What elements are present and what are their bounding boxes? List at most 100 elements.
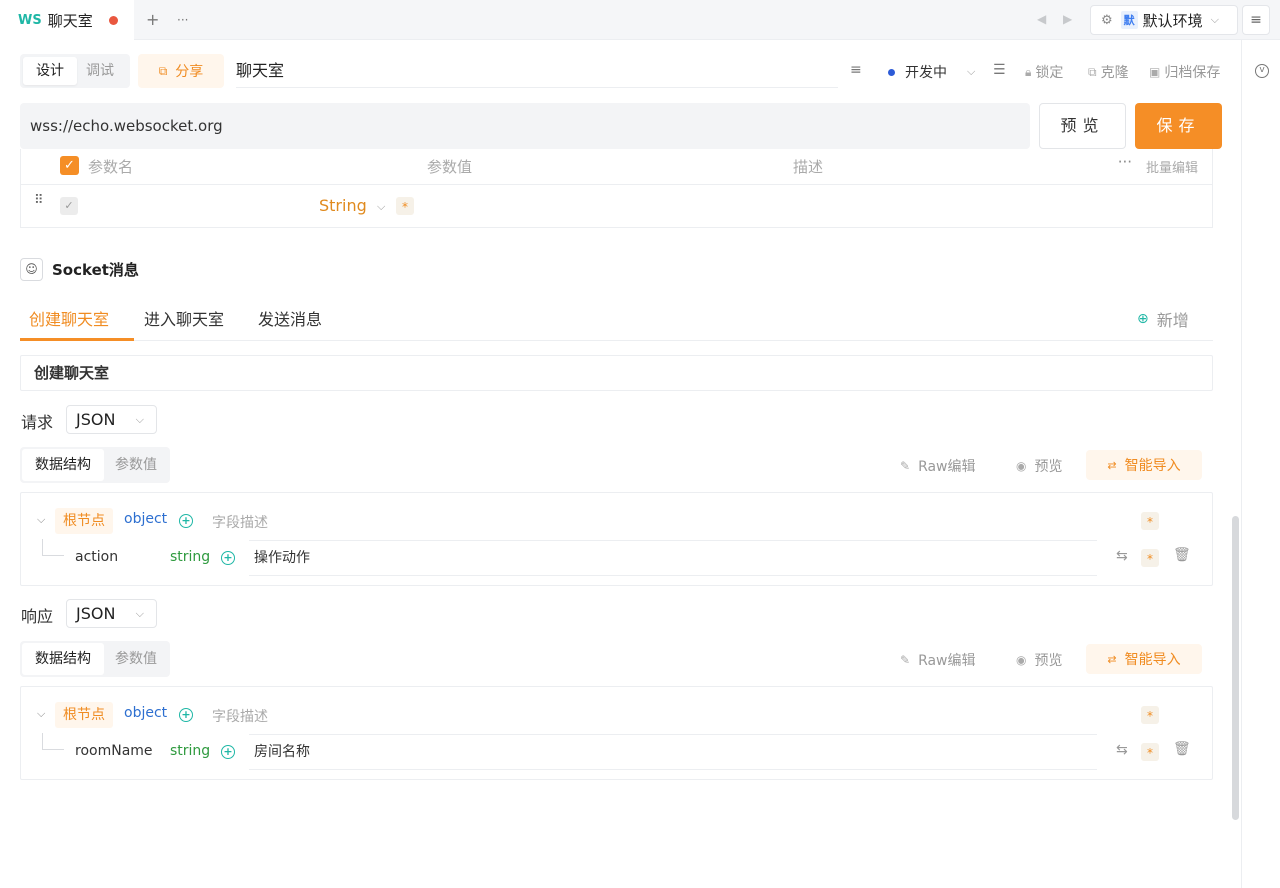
add-sibling-icon[interactable]: + xyxy=(221,551,235,565)
field-type[interactable]: string xyxy=(170,549,210,565)
root-type[interactable]: object xyxy=(124,511,167,527)
add-message-button[interactable]: ⊕ 新增 xyxy=(1137,307,1189,331)
response-schema-tree: ⌵ 根节点 object + 字段描述 * roomName string + … xyxy=(20,686,1213,780)
root-node-label: 根节点 xyxy=(55,508,113,534)
field-type[interactable]: string xyxy=(170,743,210,759)
add-child-icon[interactable]: + xyxy=(179,708,193,722)
batch-edit-link[interactable]: 批量编辑 xyxy=(1146,157,1198,176)
add-new-label: 新增 xyxy=(1156,311,1189,330)
param-table: ✓ 参数名 参数值 描述 ··· 批量编辑 ⠿ ✓ String ⌵ * xyxy=(20,149,1213,228)
clone-label: 克隆 xyxy=(1100,65,1129,81)
response-raw-edit-button[interactable]: ✎ Raw编辑 xyxy=(900,650,976,670)
required-toggle[interactable]: * xyxy=(1141,512,1159,530)
root-type[interactable]: object xyxy=(124,705,167,721)
eye-icon: ◉ xyxy=(1016,459,1027,473)
preview-button[interactable]: 预览 xyxy=(1039,103,1126,149)
trash-icon[interactable]: 🗑︎ xyxy=(1173,547,1191,563)
row-checkbox[interactable]: ✓ xyxy=(60,197,78,215)
swap-icon[interactable]: ⇆ xyxy=(1116,742,1128,758)
required-toggle[interactable]: * xyxy=(1141,743,1159,761)
swap-icon[interactable]: ⇆ xyxy=(1116,548,1128,564)
field-desc-input[interactable]: 操作动作 xyxy=(249,540,1097,576)
tab-create-room[interactable]: 创建聊天室 xyxy=(29,306,109,330)
field-desc-input[interactable]: 房间名称 xyxy=(249,734,1097,770)
request-value-tab[interactable]: 参数值 xyxy=(115,449,157,481)
environment-select[interactable]: ⚙ 默 默认环境 ⌵ xyxy=(1090,5,1238,35)
required-toggle[interactable]: * xyxy=(1141,706,1159,724)
share-button[interactable]: ⧉ 分享 xyxy=(138,54,224,88)
root-node-label: 根节点 xyxy=(55,702,113,728)
select-all-checkbox[interactable]: ✓ xyxy=(60,156,79,175)
outline-icon[interactable]: ☰ xyxy=(993,62,1006,78)
scrollbar-thumb[interactable] xyxy=(1232,516,1239,820)
status-dot-icon xyxy=(888,68,895,76)
response-format-select[interactable]: JSON ⌵ xyxy=(66,599,157,628)
response-smart-import-button[interactable]: ⇄ 智能导入 xyxy=(1086,644,1202,674)
menu-button[interactable]: ≡ xyxy=(1242,5,1270,35)
drag-handle-icon[interactable]: ⠿ xyxy=(34,194,44,207)
pencil-icon: ✎ xyxy=(900,653,911,667)
chevron-down-icon[interactable]: ⌵ xyxy=(377,200,385,214)
response-label: 响应 xyxy=(21,607,54,626)
ws-badge: WS xyxy=(18,12,42,28)
field-name[interactable]: roomName xyxy=(75,743,153,759)
required-toggle[interactable]: * xyxy=(1141,549,1159,567)
socket-icon: ☺ xyxy=(20,258,43,281)
request-label: 请求 xyxy=(21,413,54,432)
status-select[interactable]: 开发中 ⌵ xyxy=(888,62,975,82)
archive-button[interactable]: ▣ 归档保存 xyxy=(1149,62,1220,82)
response-struct-tab[interactable]: 数据结构 xyxy=(22,643,104,675)
next-tab-icon[interactable]: ▶ xyxy=(1063,12,1072,26)
edit-icon[interactable]: ≡ xyxy=(850,62,862,78)
root-desc-input[interactable]: 字段描述 xyxy=(212,512,268,532)
root-desc-input[interactable]: 字段描述 xyxy=(212,706,268,726)
field-name[interactable]: action xyxy=(75,549,118,565)
message-name-input[interactable]: 创建聊天室 xyxy=(20,355,1213,391)
prev-tab-icon[interactable]: ◀ xyxy=(1037,12,1046,26)
lock-button[interactable]: 🔒︎ 锁定 xyxy=(1025,62,1063,82)
request-struct-tab[interactable]: 数据结构 xyxy=(22,449,104,481)
request-preview-button[interactable]: ◉ 预览 xyxy=(1016,456,1062,476)
status-label: 开发中 xyxy=(905,65,947,81)
url-input[interactable]: wss://echo.websocket.org xyxy=(20,103,1030,149)
more-tabs-icon[interactable]: ··· xyxy=(177,10,188,30)
chevron-down-icon: ⌵ xyxy=(135,607,144,620)
more-icon[interactable]: ··· xyxy=(1118,153,1132,171)
param-type-select[interactable]: String xyxy=(319,196,367,215)
doc-title-input[interactable]: 聊天室 xyxy=(236,58,838,88)
add-child-icon[interactable]: + xyxy=(179,514,193,528)
tab-chatroom[interactable]: WS 聊天室 xyxy=(0,0,134,40)
add-sibling-icon[interactable]: + xyxy=(221,745,235,759)
preview-label: 预览 xyxy=(1034,653,1063,669)
unsaved-dot-icon xyxy=(108,15,118,25)
request-smart-import-button[interactable]: ⇄ 智能导入 xyxy=(1086,450,1202,480)
required-toggle[interactable]: * xyxy=(396,197,414,215)
plus-circle-icon: ⊕ xyxy=(1137,311,1149,327)
clone-icon: ⧉ xyxy=(1088,64,1097,79)
clone-button[interactable]: ⧉ 克隆 xyxy=(1088,62,1129,82)
lock-label: 锁定 xyxy=(1035,65,1064,81)
response-value-tab[interactable]: 参数值 xyxy=(115,643,157,675)
request-format-select[interactable]: JSON ⌵ xyxy=(66,405,157,434)
request-raw-edit-button[interactable]: ✎ Raw编辑 xyxy=(900,456,976,476)
param-table-header: ✓ 参数名 参数值 描述 ··· 批量编辑 xyxy=(21,149,1212,185)
gear-icon: ⚙ xyxy=(1101,12,1113,28)
tree-line xyxy=(42,555,64,556)
collapse-circle-icon[interactable]: v xyxy=(1255,64,1269,78)
share-icon: ⧉ xyxy=(158,63,168,78)
response-preview-button[interactable]: ◉ 预览 xyxy=(1016,650,1062,670)
mode-design-tab[interactable]: 设计 xyxy=(23,57,77,85)
mode-debug-tab[interactable]: 调试 xyxy=(73,57,127,85)
request-schema-tree: ⌵ 根节点 object + 字段描述 * action string + 操作… xyxy=(20,492,1213,586)
mode-switch: 设计 调试 xyxy=(20,54,130,88)
share-label: 分享 xyxy=(175,64,204,80)
save-button[interactable]: 保存 xyxy=(1135,103,1222,149)
pencil-icon: ✎ xyxy=(900,459,911,473)
response-view-switch: 数据结构 参数值 xyxy=(20,641,170,677)
tab-send-message[interactable]: 发送消息 xyxy=(258,306,322,330)
add-tab-icon[interactable]: + xyxy=(146,10,159,30)
tab-enter-room[interactable]: 进入聊天室 xyxy=(144,306,224,330)
chevron-down-icon[interactable]: ⌵ xyxy=(37,513,45,527)
trash-icon[interactable]: 🗑︎ xyxy=(1173,741,1191,757)
chevron-down-icon[interactable]: ⌵ xyxy=(37,707,45,721)
